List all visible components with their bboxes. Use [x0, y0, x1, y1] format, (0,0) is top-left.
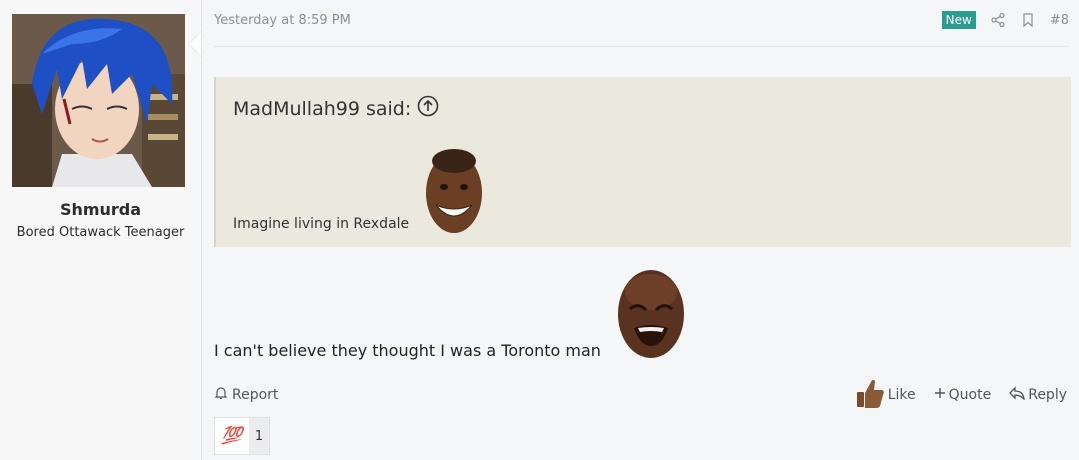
report-link[interactable]: Report	[214, 386, 278, 404]
message-main: Yesterday at 8:59 PM New #8 MadMullah99 …	[202, 0, 1079, 460]
quote-block: MadMullah99 said: Imagine living in Rexd…	[214, 77, 1071, 247]
reaction-count: 1	[254, 428, 264, 444]
user-cell: Shmurda Bored Ottawack Teenager	[0, 0, 202, 460]
quote-label: Quote	[948, 387, 992, 403]
reaction-bar[interactable]: 💯 1	[214, 417, 270, 455]
quote-button[interactable]: Quote	[934, 387, 992, 403]
avatar[interactable]	[12, 14, 185, 187]
plus-icon	[934, 387, 946, 403]
reply-button[interactable]: Reply	[1009, 386, 1067, 404]
quote-text: Imagine living in Rexdale	[233, 216, 410, 232]
bell-icon	[214, 386, 228, 404]
bookmark-icon[interactable]	[1020, 12, 1036, 28]
post-actions: Like Quote Reply	[855, 376, 1067, 414]
post-header-actions: New #8	[941, 11, 1069, 29]
reply-icon	[1009, 386, 1026, 404]
thumbs-up-icon	[855, 376, 885, 414]
post-number[interactable]: #8	[1050, 13, 1069, 28]
reply-label: Reply	[1028, 387, 1067, 403]
hundred-points-icon: 💯	[215, 418, 249, 454]
post-date[interactable]: Yesterday at 8:59 PM	[214, 13, 351, 28]
message-arrow	[189, 32, 201, 56]
user-name[interactable]: Shmurda	[0, 200, 201, 219]
share-icon[interactable]	[990, 12, 1006, 28]
tupac-smile-emoji	[424, 147, 484, 239]
arrow-up-circle-icon[interactable]	[417, 95, 439, 122]
crying-jordan-emoji	[616, 264, 686, 364]
like-label: Like	[887, 387, 916, 403]
quote-author-label: MadMullah99 said:	[233, 97, 412, 120]
post-body: I can't believe they thought I was a Tor…	[214, 341, 601, 360]
new-badge: New	[941, 11, 976, 29]
user-title: Bored Ottawack Teenager	[16, 225, 185, 240]
report-label: Report	[232, 387, 279, 403]
header-divider	[214, 46, 1069, 47]
quote-author[interactable]: MadMullah99 said:	[233, 95, 439, 122]
like-button[interactable]: Like	[855, 376, 916, 414]
